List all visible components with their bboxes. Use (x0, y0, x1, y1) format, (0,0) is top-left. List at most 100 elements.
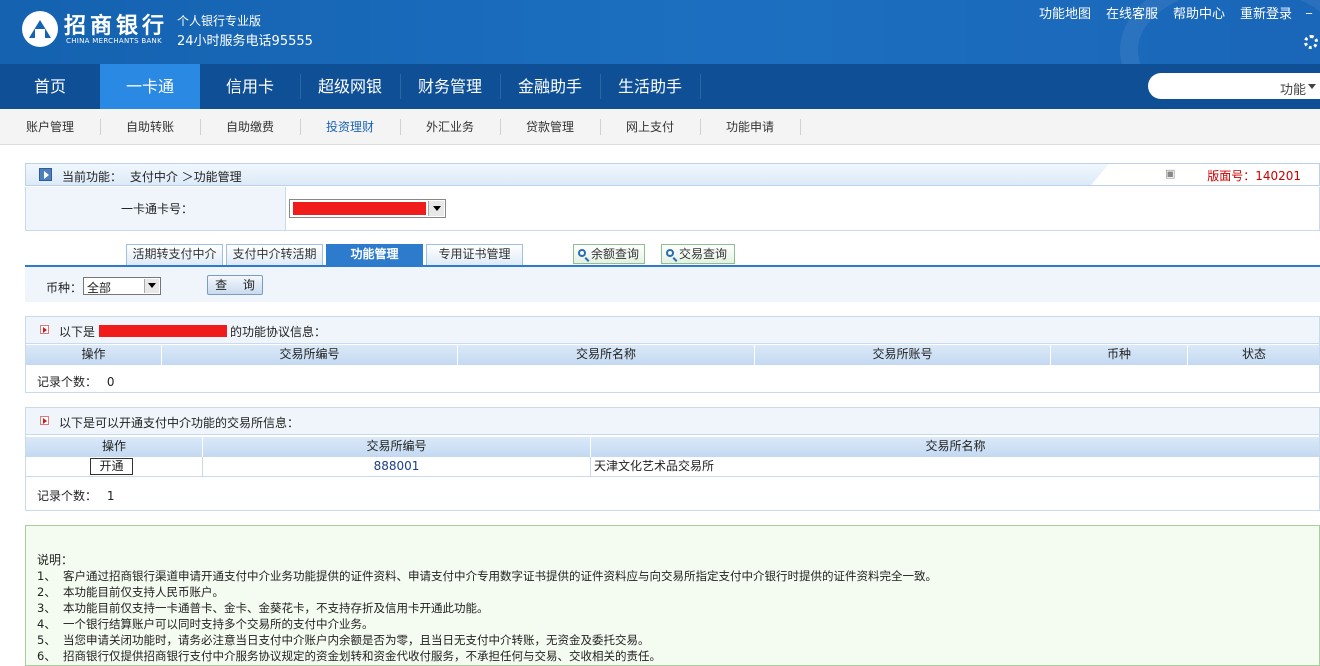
record-count-label: 记录个数： (37, 489, 98, 503)
open-button[interactable]: 开通 (90, 458, 133, 475)
nav-item-super-ebank[interactable]: 超级网银 (300, 64, 400, 109)
table-row: 开通 888001 天津文化艺术品交易所 (26, 457, 1319, 477)
search-icon (578, 249, 586, 257)
card-number-label: 一卡通卡号： (121, 202, 194, 216)
exchange-code: 888001 (203, 457, 591, 476)
nav-item-yikatong[interactable]: 一卡通 (100, 64, 200, 109)
subnav-item-forex[interactable]: 外汇业务 (400, 109, 500, 145)
minimize-icon[interactable]: _ (1306, 0, 1312, 14)
query-button[interactable]: 查 询 (207, 275, 263, 295)
play-icon (39, 168, 52, 181)
subnav-item-account[interactable]: 账户管理 (0, 109, 100, 145)
agreement-panel-title: 以下是 的功能协议信息： (26, 317, 1319, 344)
current-function-bar: 当前功能： 支付中介 ＞功能管理 ▣ 版面号：140201 (25, 163, 1320, 186)
subnav-item-investment[interactable]: 投资理财 (300, 109, 400, 145)
bank-name: 招商银行 (64, 13, 169, 39)
hotline-label: 24小时服务电话95555 (177, 34, 313, 49)
tab-current-to-agent[interactable]: 活期转支付中介 (126, 244, 223, 265)
action-cell: 开通 (26, 457, 203, 476)
record-count: 记录个数： 0 (37, 373, 114, 390)
note-item: 6、 招商银行仅提供招商银行支付中介服务协议规定的资金划转和资金代收付服务，不承担… (37, 649, 661, 663)
chevron-down-icon[interactable] (144, 279, 159, 293)
column-header: 交易所名称 (458, 345, 755, 365)
exchange-name: 天津文化艺术品交易所 (594, 459, 715, 473)
function-search-input[interactable]: 功能 (1148, 73, 1320, 99)
column-header: 交易所名称 (591, 437, 1320, 457)
cmb-logo-icon (22, 11, 58, 47)
exchange-panel-title: 以下是可以开通支付中介功能的交易所信息： (26, 408, 1319, 435)
search-icon (666, 249, 674, 257)
edition-label: 个人银行专业版 (177, 14, 262, 28)
tab-agent-to-current[interactable]: 支付中介转活期 (226, 244, 323, 265)
arrow-right-icon (40, 416, 49, 425)
function-map-link[interactable]: 功能地图 (1039, 3, 1091, 22)
agreement-title-prefix: 以下是 (59, 325, 96, 339)
record-count-value: 1 (106, 489, 115, 503)
column-header: 操作 (26, 345, 162, 365)
nav-item-credit-card[interactable]: 信用卡 (200, 64, 300, 109)
column-header: 状态 (1188, 345, 1320, 365)
top-links: 功能地图 在线客服 帮助中心 重新登录 (1024, 3, 1292, 22)
note-item: 5、 当您申请关闭功能时，请务必注意当日支付中介账户内余额是否为零，且当日无支付中… (37, 633, 650, 647)
exchange-title: 以下是可以开通支付中介功能的交易所信息： (59, 416, 300, 430)
nav-divider (700, 74, 701, 99)
help-center-link[interactable]: 帮助中心 (1173, 3, 1225, 22)
chevron-down-icon[interactable] (1308, 84, 1316, 89)
column-header: 币种 (1051, 345, 1188, 365)
card-number-row: 一卡通卡号： (25, 187, 1320, 231)
expand-icon[interactable]: ▣ (1165, 167, 1175, 180)
note-item: 4、 一个银行结算账户可以同时支持多个交易所的支付中介业务。 (37, 617, 374, 631)
exchange-panel: 以下是可以开通支付中介功能的交易所信息： 操作 交易所编号 交易所名称 开通 8… (25, 407, 1320, 511)
currency-selected: 全部 (87, 281, 112, 295)
sub-nav: 账户管理 自助转账 自助缴费 投资理财 外汇业务 贷款管理 网上支付 功能申请 (0, 109, 1320, 145)
note-item: 3、 本功能目前仅支持一卡通普卡、金卡、金葵花卡，不支持存折及信用卡开通此功能。 (37, 601, 489, 615)
tab-certificate-management[interactable]: 专用证书管理 (426, 244, 523, 265)
chevron-down-icon[interactable] (428, 201, 444, 216)
nav-item-life[interactable]: 生活助手 (600, 64, 700, 109)
note-item: 2、 本功能目前仅支持人民币账户。 (37, 585, 224, 599)
breadcrumb-label: 当前功能： (62, 170, 123, 184)
online-service-link[interactable]: 在线客服 (1106, 3, 1158, 22)
breadcrumb: 当前功能： 支付中介 ＞功能管理 (62, 168, 242, 185)
subnav-item-apply[interactable]: 功能申请 (700, 109, 800, 145)
bank-name-en: CHINA MERCHANTS BANK (66, 37, 162, 45)
tab-function-management[interactable]: 功能管理 (326, 244, 423, 265)
note-item: 1、 客户通过招商银行渠道申请开通支付中介业务功能提供的证件资料、申请支付中介专用… (37, 569, 937, 583)
balance-query-button[interactable]: 余额查询 (573, 244, 645, 264)
notes-panel: 说明： 1、 客户通过招商银行渠道申请开通支付中介业务功能提供的证件资料、申请支付… (25, 525, 1320, 666)
transaction-query-button[interactable]: 交易查询 (661, 244, 735, 264)
redacted-card-number (293, 202, 426, 215)
subnav-item-payment[interactable]: 自助缴费 (200, 109, 300, 145)
agreement-panel: 以下是 的功能协议信息： 操作 交易所编号 交易所名称 交易所账号 币种 状态 记… (25, 316, 1320, 393)
nav-item-assistant[interactable]: 金融助手 (500, 64, 600, 109)
main-nav: 首页 一卡通 信用卡 超级网银 财务管理 金融助手 生活助手 功能 (0, 64, 1320, 109)
subnav-divider (800, 119, 801, 135)
card-number-select[interactable] (289, 199, 446, 218)
agreement-title-suffix: 的功能协议信息： (230, 325, 327, 339)
record-count: 记录个数： 1 (37, 487, 114, 504)
redacted-account-name (99, 325, 228, 337)
agreement-table-header: 操作 交易所编号 交易所名称 交易所账号 币种 状态 (26, 345, 1319, 365)
balance-query-label: 余额查询 (591, 247, 640, 261)
header: 招商银行 CHINA MERCHANTS BANK 个人银行专业版 24小时服务… (0, 0, 1320, 64)
function-search-label: 功能 (1279, 83, 1306, 98)
transaction-query-label: 交易查询 (679, 247, 728, 261)
gear-icon[interactable] (1304, 35, 1318, 49)
nav-item-finance[interactable]: 财务管理 (400, 64, 500, 109)
column-header: 交易所编号 (162, 345, 458, 365)
subnav-item-transfer[interactable]: 自助转账 (100, 109, 200, 145)
column-header: 操作 (26, 437, 203, 457)
subnav-item-online-pay[interactable]: 网上支付 (600, 109, 700, 145)
currency-select[interactable]: 全部 (83, 277, 161, 295)
nav-item-home[interactable]: 首页 (0, 64, 100, 109)
agreement-title: 以下是 的功能协议信息： (59, 323, 326, 340)
version-number: 版面号：140201 (1207, 169, 1301, 183)
notes-title: 说明： (37, 553, 74, 567)
card-label-cell: 一卡通卡号： (26, 187, 286, 230)
version-area: ▣ 版面号：140201 (1091, 164, 1319, 185)
subnav-item-loan[interactable]: 贷款管理 (500, 109, 600, 145)
currency-label: 币种： (46, 281, 83, 295)
exchange-table-header: 操作 交易所编号 交易所名称 (26, 437, 1319, 457)
relogin-link[interactable]: 重新登录 (1240, 3, 1292, 22)
currency-filter-row: 币种： 全部 查 询 (25, 267, 1320, 302)
